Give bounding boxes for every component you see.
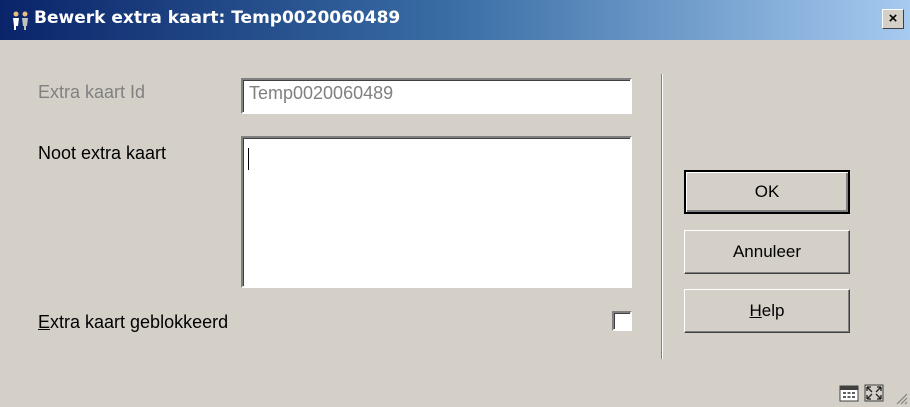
note-textarea[interactable] [241,136,632,288]
maximize-icon[interactable] [864,384,884,402]
window-title: Bewerk extra kaart: Temp0020060489 [34,8,401,28]
title-bar[interactable]: Bewerk extra kaart: Temp0020060489 × [0,0,910,40]
text-caret [248,148,249,170]
help-button[interactable]: Help [684,289,850,333]
calendar-icon[interactable] [839,384,859,402]
dialog-window: Bewerk extra kaart: Temp0020060489 × Ext… [0,0,910,407]
blocked-label-accel: E [38,312,51,332]
blocked-checkbox[interactable] [612,311,632,331]
people-icon [13,11,28,30]
close-icon: × [888,10,898,27]
id-label: Extra kaart Id [38,82,146,102]
blocked-label-rest: xtra kaart geblokkeerd [50,312,229,332]
help-accel: H [749,301,762,320]
id-field: Temp0020060489 [241,78,632,114]
id-value: Temp0020060489 [249,83,394,103]
close-button[interactable]: × [882,9,904,29]
help-rest: elp [761,301,785,320]
blocked-label[interactable]: Extra kaart geblokkeerd [38,312,228,333]
divider [661,74,663,359]
cancel-button[interactable]: Annuleer [684,230,850,274]
resize-grip-icon[interactable] [896,393,908,405]
ok-button[interactable]: OK [684,170,850,214]
note-label: Noot extra kaart [38,143,167,163]
